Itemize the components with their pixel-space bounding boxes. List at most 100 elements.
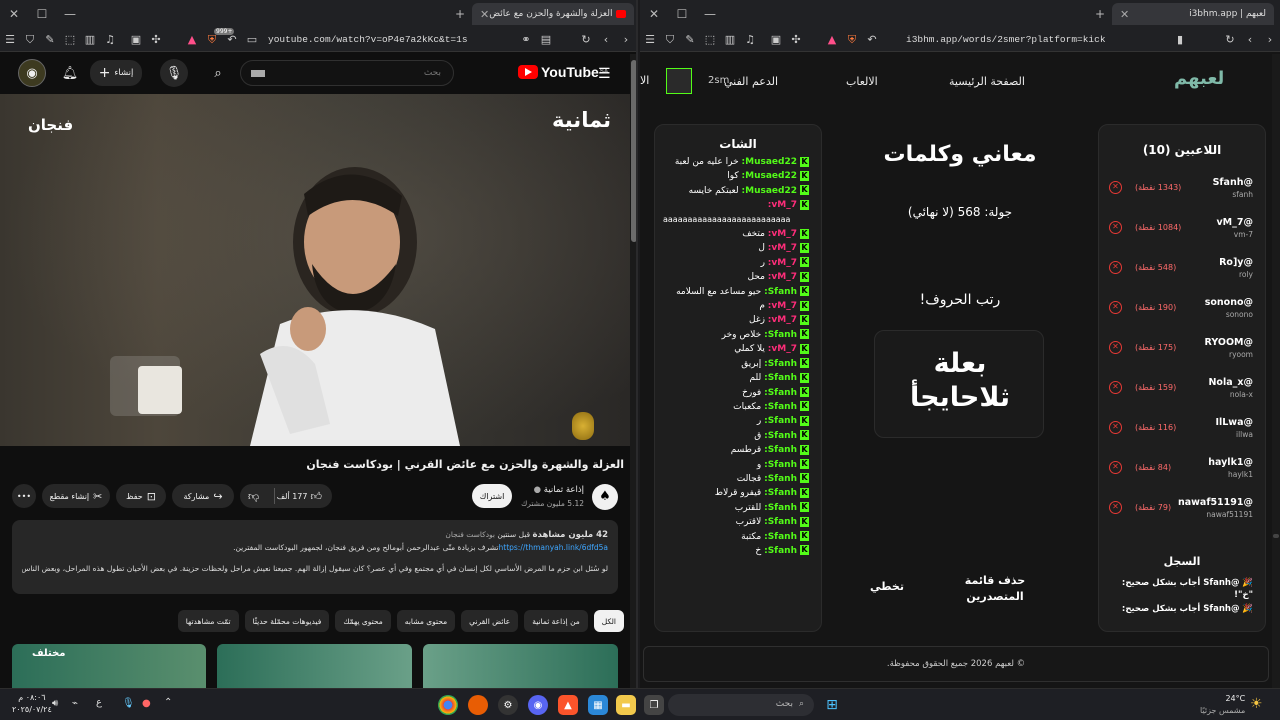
remove-player-icon[interactable]: ✕ [1109,381,1122,394]
search-input[interactable]: بحث [240,60,454,86]
share-icon[interactable]: ↶ [222,33,242,46]
forward-icon[interactable]: › [1260,33,1280,46]
firefox-icon[interactable] [468,695,488,715]
remove-player-icon[interactable]: ✕ [1109,461,1122,474]
channel-name[interactable]: إذاعة ثمانية ● [534,485,584,495]
volume-icon[interactable]: 🔊︎ [52,698,58,709]
shield-icon[interactable]: ⛉ [20,33,40,47]
hamburger-icon[interactable]: ☰ [598,66,611,82]
close-window-icon[interactable]: ✕ [640,0,668,28]
maximize-icon[interactable]: ☐ [668,0,696,28]
windows-start-icon[interactable]: ⊞ [822,695,842,715]
reload-icon[interactable]: ↻ [1220,33,1240,46]
app-icon[interactable]: ⚙ [498,695,518,715]
screenshot-icon[interactable]: ⬚ [700,33,720,46]
minimize-icon[interactable]: — [696,0,724,28]
remove-player-icon[interactable]: ✕ [1109,421,1122,434]
thumbnail-1[interactable]: مختلف [12,644,206,688]
menu-icon[interactable]: ☰ [0,33,20,46]
sidebar-icon[interactable]: ▥ [80,33,100,46]
wallet-icon[interactable]: ▣ [126,33,146,46]
discord-icon[interactable]: ◉ [528,695,548,715]
scrollbar[interactable] [630,54,636,688]
network-icon[interactable]: ⌁ [72,698,78,709]
shield-icon[interactable]: ⛉ [660,33,680,47]
brave-shields-icon[interactable]: ⛨ 999+ [202,27,235,47]
store-icon[interactable]: ▦ [588,695,608,715]
keyboard-icon[interactable] [251,70,265,77]
menu-icon[interactable]: ☰ [640,33,660,46]
thumbnail-3[interactable] [423,644,618,688]
video-description[interactable]: 42 مليون مشاهدة قبل سنتين بودكاست فنجان … [12,520,618,594]
more-actions-icon[interactable]: ••• [12,484,36,508]
remove-player-icon[interactable]: ✕ [1109,341,1122,354]
language-indicator[interactable]: ع [96,697,102,708]
avatar[interactable]: ◉ [18,59,46,87]
task-view-icon[interactable]: ❐ [644,695,664,715]
close-tab-icon[interactable]: ✕ [480,8,489,21]
clip-button[interactable]: ✂ إنشاء مقطع [42,484,110,508]
description-link[interactable]: https://thmanyah.link/6dfd5a [499,543,609,552]
create-button[interactable]: إنشاء + [90,60,142,86]
brave-rewards-icon[interactable]: ▲ [182,33,202,46]
mic-icon[interactable]: 🎙︎ [122,698,135,709]
extensions-icon[interactable]: ✎ [40,33,60,46]
dislike-button[interactable]: 👎︎ [248,490,259,503]
minimize-icon[interactable]: — [56,0,84,28]
close-tab-icon[interactable]: ✕ [1120,8,1129,21]
record-icon[interactable]: ● [142,698,151,709]
thumbnail-2[interactable] [217,644,412,688]
chip-3[interactable]: محتوى مشابه [396,610,456,632]
close-window-icon[interactable]: ✕ [0,0,28,28]
mic-icon[interactable]: 🎙︎ [160,59,188,87]
music-icon[interactable]: ♫ [100,33,120,46]
bookmark-icon[interactable]: ▮ [1170,33,1190,46]
video-player[interactable]: فنجان ثمانية [0,94,630,446]
nav-item-home[interactable]: الصفحة الرئيسية [949,75,1025,88]
remove-player-icon[interactable]: ✕ [1109,261,1122,274]
chip-5[interactable]: فيديوهات محمّلة حديثًا [244,610,330,632]
wallet-icon[interactable]: ▣ [766,33,786,46]
nav-item-support[interactable]: الدعم الفني [724,75,778,88]
back-icon[interactable]: ‹ [596,33,616,46]
scrollbar[interactable] [1272,54,1280,688]
clock[interactable]: ٠٨:٠٦ م ٢٠٢٥/٠٧/٢٤ [12,692,52,716]
delete-leaderboard-button[interactable]: حذف قائمة المتصدرين [958,573,1032,605]
link-icon[interactable]: ⚭ [516,33,536,46]
reload-icon[interactable]: ↻ [576,33,596,46]
brave-icon[interactable]: ▲ [558,695,578,715]
share-button[interactable]: ↪ مشاركة [172,484,234,508]
bookmark-icon[interactable]: ▤ [536,33,556,46]
taskbar-search[interactable]: ⌕ بحث [668,694,814,716]
chip-4[interactable]: محتوى يهمّك [335,610,391,632]
brave-shields-icon[interactable]: ⛨ [842,33,862,47]
address-bar[interactable]: i3bhm.app/words/2smer?platform=kick [882,34,1170,45]
channel-avatar[interactable]: ♠ [592,484,618,510]
search-icon[interactable]: ⌕ [204,59,232,87]
chip-1[interactable]: من إذاعة ثمانية [524,610,588,632]
music-icon[interactable]: ♫ [740,33,760,46]
remove-player-icon[interactable]: ✕ [1109,501,1122,514]
tab-youtube[interactable]: العزلة والشهرة والحزن مع عائض ✕ [472,3,634,25]
share-icon[interactable]: ↶ [862,33,882,46]
screenshot-icon[interactable]: ⬚ [60,33,80,46]
new-tab-icon[interactable]: + [446,0,474,28]
forward-icon[interactable]: › [616,33,636,46]
puzzle-icon[interactable]: ✣ [786,33,806,46]
extensions-icon[interactable]: ✎ [680,33,700,46]
chip-6[interactable]: تمّت مشاهدتها [177,610,239,632]
puzzle-icon[interactable]: ✣ [146,33,166,46]
maximize-icon[interactable]: ☐ [28,0,56,28]
tab-i3bhm[interactable]: لعبهم | i3bhm.app ✕ [1112,3,1274,25]
save-button[interactable]: ⊡ حفظ [116,484,166,508]
user-avatar[interactable] [666,68,692,94]
brave-rewards-icon[interactable]: ▲ [822,33,842,46]
skip-button[interactable]: تخطي [858,580,916,593]
weather-widget[interactable]: 24°C مشمس جزئيًا [1200,693,1245,717]
page-icon[interactable]: ▭ [242,33,262,46]
notifications-icon[interactable]: 🔔︎ [56,59,84,87]
back-icon[interactable]: ‹ [1240,33,1260,46]
new-tab-icon[interactable]: + [1086,0,1114,28]
chip-2[interactable]: عائض القرني [461,610,519,632]
nav-item-games[interactable]: الالعاب [846,75,878,88]
